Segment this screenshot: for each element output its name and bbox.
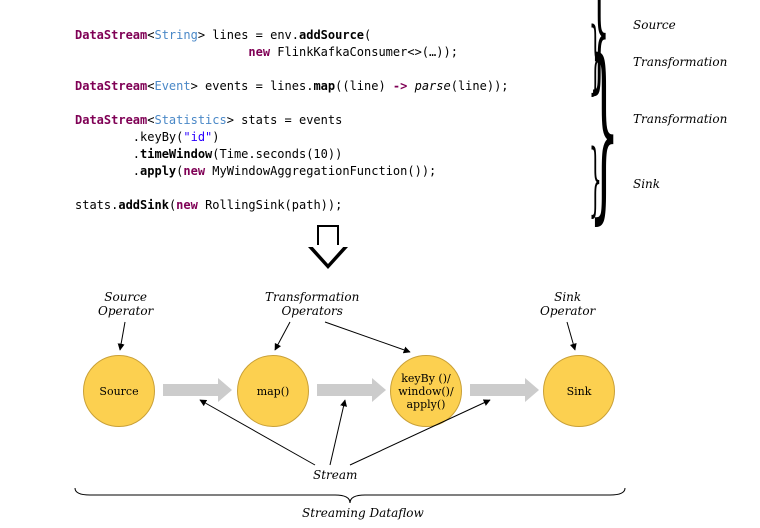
method-map: map xyxy=(313,79,335,93)
type-event: Event xyxy=(154,79,190,93)
kw-new: new xyxy=(248,45,270,59)
annot-sink: Sink xyxy=(633,177,660,191)
type-string: String xyxy=(154,28,197,42)
brace-sink: } xyxy=(589,132,602,225)
page-root: DataStream<String> lines = env.addSource… xyxy=(0,0,760,528)
annot-trans1: Transformation xyxy=(633,55,727,69)
method-addsink: addSink xyxy=(118,198,169,212)
type-statistics: Statistics xyxy=(154,113,226,127)
code-block: DataStream<String> lines = env.addSource… xyxy=(75,10,509,214)
fn-parse: parse xyxy=(415,79,451,93)
label-streaming-dataflow: Streaming Dataflow xyxy=(302,506,424,520)
down-arrow-icon xyxy=(308,225,348,269)
dataflow-diagram: Source Operator Transformation Operators… xyxy=(70,290,690,520)
brace-dataflow xyxy=(70,485,630,505)
annot-source: Source xyxy=(633,18,676,32)
kw-datastream: DataStream xyxy=(75,28,147,42)
method-timewindow: timeWindow xyxy=(140,147,212,161)
method-apply: apply xyxy=(140,164,176,178)
method-addsource: addSource xyxy=(299,28,364,42)
label-stream: Stream xyxy=(313,468,357,482)
annot-trans2: Transformation xyxy=(633,112,727,126)
str-id: "id" xyxy=(183,130,212,144)
